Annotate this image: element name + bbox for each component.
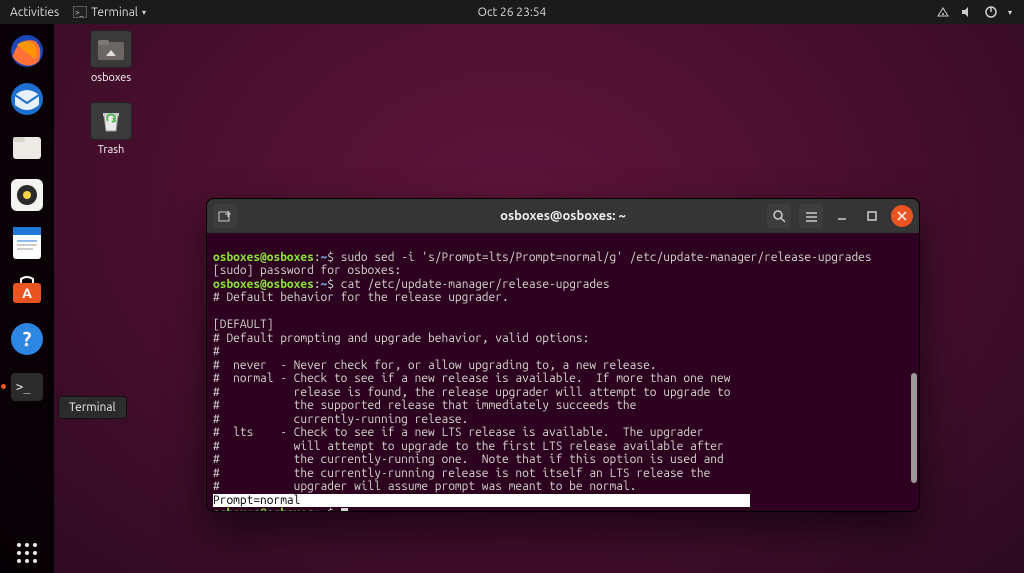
dock-libreoffice-writer[interactable] — [6, 222, 48, 264]
terminal-body[interactable]: osboxes@osboxes:~$ sudo sed -i 's/Prompt… — [207, 233, 919, 511]
desktop-icon-label: Trash — [76, 144, 146, 156]
highlighted-line: Prompt=normal — [213, 494, 750, 508]
dock-firefox[interactable] — [6, 30, 48, 72]
desktop-icon-label: osboxes — [76, 72, 146, 84]
prompt-user: osboxes@osboxes — [213, 278, 314, 291]
dock-software[interactable]: A — [6, 270, 48, 312]
volume-icon[interactable] — [960, 5, 974, 19]
prompt-dollar: $ — [327, 251, 340, 264]
prompt-sep: : — [314, 251, 321, 264]
output-text: # Default behavior for the release upgra… — [213, 291, 730, 493]
clock[interactable]: Oct 26 23:54 — [478, 6, 547, 19]
activities-button[interactable]: Activities — [10, 6, 59, 19]
search-button[interactable] — [767, 204, 791, 228]
prompt-user: osboxes@osboxes — [213, 251, 314, 264]
minimize-button[interactable] — [831, 205, 853, 227]
close-button[interactable] — [891, 205, 913, 227]
terminal-menu-icon: >_ — [73, 5, 87, 19]
new-tab-button[interactable] — [213, 204, 237, 228]
command-text: sudo sed -i 's/Prompt=lts/Prompt=normal/… — [341, 251, 872, 264]
svg-text:A: A — [22, 285, 32, 301]
show-applications-button[interactable] — [0, 541, 54, 565]
power-icon[interactable] — [984, 5, 998, 19]
network-icon[interactable] — [936, 5, 950, 19]
app-menu[interactable]: >_ Terminal ▾ — [73, 5, 146, 19]
chevron-down-icon[interactable]: ▾ — [1008, 8, 1012, 17]
prompt-sep: : — [314, 278, 321, 291]
prompt-user: osboxes@osboxes — [213, 507, 314, 511]
terminal-window[interactable]: osboxes@osboxes: ~ osboxes@osboxes:~$ su… — [206, 198, 920, 512]
top-bar: Activities >_ Terminal ▾ Oct 26 23:54 ▾ — [0, 0, 1024, 24]
svg-text:?: ? — [23, 327, 32, 350]
terminal-titlebar[interactable]: osboxes@osboxes: ~ — [207, 199, 919, 233]
output-text: [sudo] password for osboxes: — [213, 264, 401, 277]
dock-files[interactable] — [6, 126, 48, 168]
maximize-button[interactable] — [861, 205, 883, 227]
svg-text:>_: >_ — [16, 380, 31, 394]
menu-button[interactable] — [799, 204, 823, 228]
dock-terminal[interactable]: >_ — [6, 366, 48, 408]
dock-rhythmbox[interactable] — [6, 174, 48, 216]
home-folder-icon — [90, 30, 132, 68]
desktop-home-folder[interactable]: osboxes — [76, 30, 146, 84]
dock-help[interactable]: ? — [6, 318, 48, 360]
app-menu-label: Terminal — [91, 6, 138, 19]
prompt-sep: : — [314, 507, 321, 511]
command-text: cat /etc/update-manager/release-upgrades — [341, 278, 610, 291]
cursor — [341, 508, 348, 511]
chevron-down-icon: ▾ — [142, 8, 146, 17]
dock-thunderbird[interactable] — [6, 78, 48, 120]
desktop-trash[interactable]: Trash — [76, 102, 146, 156]
prompt-dollar: $ — [327, 278, 340, 291]
scrollbar-thumb[interactable] — [911, 373, 917, 483]
window-title: osboxes@osboxes: ~ — [500, 209, 626, 223]
dock: A ? >_ — [0, 24, 54, 573]
trash-icon — [90, 102, 132, 140]
svg-text:>_: >_ — [75, 8, 84, 17]
prompt-dollar: $ — [327, 507, 340, 511]
